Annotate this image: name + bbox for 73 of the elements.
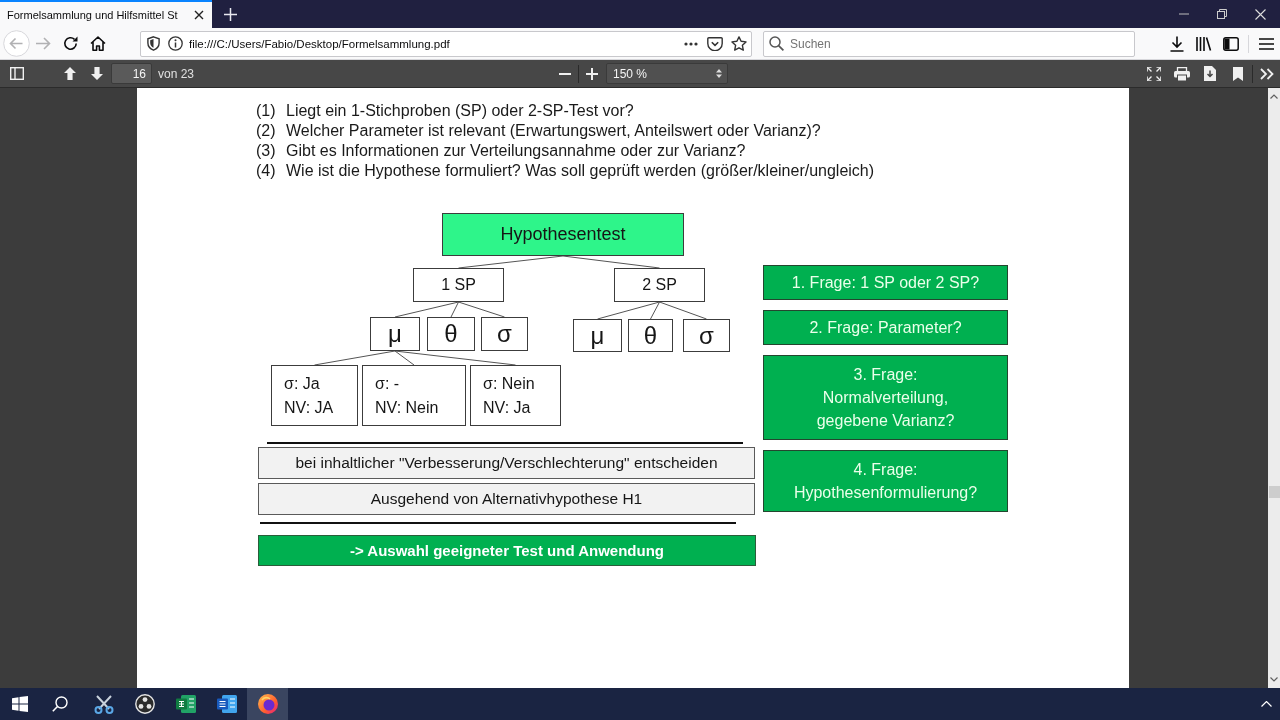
diagram-node: θ (628, 319, 673, 352)
sidebar-icon[interactable] (1222, 36, 1239, 51)
note-bar: bei inhaltlicher "Verbesserung/Verschlechterung" entscheiden (258, 447, 755, 479)
expand-icon[interactable] (1147, 66, 1161, 81)
info-icon[interactable] (167, 36, 183, 51)
diagram-node: σ (683, 319, 730, 352)
download-icon[interactable] (1169, 35, 1184, 52)
zoom-select[interactable]: 150 % (606, 63, 728, 84)
list-number: (1) (256, 101, 277, 121)
diagram-node: μ (370, 317, 420, 351)
arrow-up-icon[interactable] (63, 67, 76, 80)
note-bar: Ausgehend von Alternativhypothese H1 (258, 483, 755, 515)
question-text: Welcher Parameter ist relevant (Erwartungswert, Anteilswert oder Varianz)? (286, 121, 821, 141)
chevron-up-icon[interactable] (1260, 701, 1272, 707)
conclusion-bar: -> Auswahl geeigneter Test und Anwendung (258, 535, 756, 566)
question-text: Wie ist die Hypothese formuliert? Was soll geprüft werden (größer/kleiner/ungleich) (286, 161, 875, 181)
scissors-icon (93, 694, 114, 714)
list-number: (4) (256, 161, 277, 181)
bookmark-icon[interactable] (1233, 66, 1243, 81)
list-number: (3) (256, 141, 277, 161)
scroll-up-icon[interactable] (1270, 94, 1278, 99)
spreadsheet-icon (175, 695, 196, 713)
restore-icon[interactable] (1217, 9, 1227, 19)
diagram-node: σ: Ja NV: JA (271, 365, 358, 426)
sidebar-toggle-icon[interactable] (9, 67, 24, 80)
search-icon (769, 36, 784, 51)
search-field[interactable]: Suchen (763, 30, 1135, 57)
ellipsis-icon[interactable] (684, 41, 698, 46)
print-icon[interactable] (1174, 66, 1190, 81)
diagram-node: μ (573, 319, 622, 352)
question-card: 1. Frage: 1 SP oder 2 SP? (763, 265, 1008, 300)
plus-icon[interactable] (223, 7, 237, 21)
scrollbar[interactable] (1268, 88, 1280, 688)
double-chevron-icon[interactable] (1259, 67, 1274, 80)
page-count-label: von 23 (158, 66, 195, 81)
page-number-field[interactable]: 16 (111, 63, 152, 84)
search-icon[interactable] (52, 696, 68, 712)
library-icon[interactable] (1195, 36, 1212, 51)
scroll-down-icon[interactable] (1270, 677, 1278, 682)
document-icon (216, 695, 237, 713)
diagram-node: θ (427, 317, 475, 351)
diagram-node: Hypothesentest (442, 213, 684, 256)
arrow-down-icon[interactable] (90, 67, 103, 80)
list-number: (2) (256, 121, 277, 141)
address-field[interactable]: file:///C:/Users/Fabio/Desktop/Formelsammlung.pdf (140, 30, 752, 57)
home-icon[interactable] (89, 36, 106, 51)
swirl-icon (257, 694, 278, 714)
diagram-node: σ (481, 317, 528, 351)
menu-icon[interactable] (1259, 37, 1274, 50)
search-input[interactable]: Suchen (790, 36, 1134, 51)
browser-tab[interactable]: Formelsammlung und Hilfsmittel St (0, 0, 212, 28)
chevron-badge-icon[interactable] (707, 36, 723, 51)
question-card: 2. Frage: Parameter? (763, 310, 1008, 345)
star-icon[interactable] (731, 36, 747, 51)
scrollbar-thumb[interactable] (1268, 486, 1280, 498)
document-download-icon[interactable] (1204, 66, 1216, 81)
question-card: 3. Frage: Normalverteilung, gegebene Varianz? (763, 355, 1008, 440)
question-text: Gibt es Informationen zur Verteilungsannahme oder zur Varianz? (286, 141, 746, 161)
diagram-node: 1 SP (413, 268, 504, 302)
plus-icon[interactable] (586, 67, 598, 80)
question-text: Liegt ein 1-Stichproben (SP) oder 2-SP-Test vor? (286, 101, 634, 121)
diagram-node: 2 SP (614, 268, 705, 302)
question-card: 4. Frage: Hypothesenformulierung? (763, 450, 1008, 512)
shield-icon[interactable] (146, 36, 160, 51)
circle-dots-icon (134, 694, 155, 714)
minus-icon[interactable] (559, 72, 571, 75)
address-input[interactable]: file:///C:/Users/Fabio/Desktop/Formelsammlung.pdf (189, 37, 679, 50)
diagram-node: σ: - NV: Nein (362, 365, 466, 426)
four-panes-icon[interactable] (12, 696, 28, 712)
close-icon[interactable] (194, 10, 204, 20)
reload-icon[interactable] (63, 36, 78, 51)
diagram-node: σ: Nein NV: Ja (470, 365, 561, 426)
updown-caret-icon (716, 69, 722, 78)
